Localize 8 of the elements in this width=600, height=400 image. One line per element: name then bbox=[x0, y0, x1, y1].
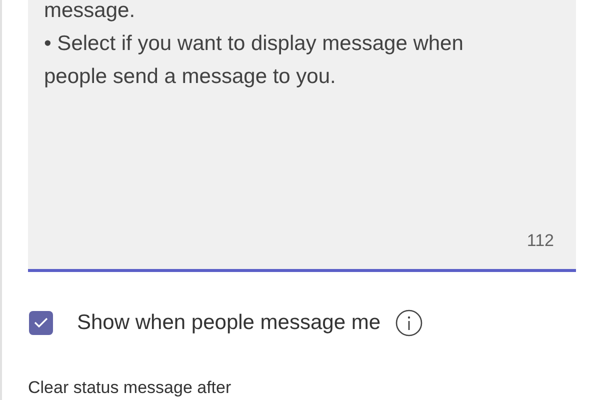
message-field[interactable]: message. • Select if you want to display message when people send a message to you. 112 bbox=[28, 0, 576, 272]
info-icon[interactable] bbox=[394, 308, 423, 337]
character-counter: 112 bbox=[526, 230, 554, 252]
message-text: message. • Select if you want to display message when people send a message to you. bbox=[44, 0, 464, 90]
checkmark-icon bbox=[34, 317, 48, 328]
section-label: Clear status message after bbox=[28, 376, 232, 398]
checkbox-label: Show when people message me bbox=[77, 310, 381, 336]
checkbox[interactable] bbox=[29, 310, 53, 335]
